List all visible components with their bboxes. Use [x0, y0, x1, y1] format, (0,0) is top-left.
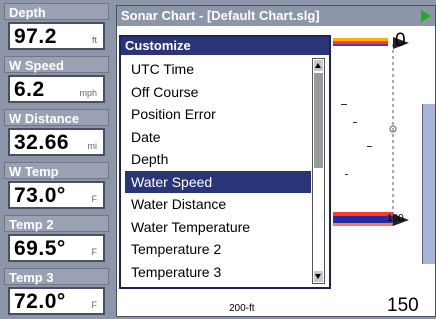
- menu-item-position-error[interactable]: Position Error: [125, 103, 311, 126]
- gauge-value: 32.66: [14, 131, 70, 154]
- scroll-thumb[interactable]: [314, 73, 323, 168]
- menu-item-temperature-2[interactable]: Temperature 2: [125, 238, 311, 261]
- surface-echo-blue: [333, 44, 388, 46]
- menu-item-depth[interactable]: Depth: [125, 148, 311, 171]
- bottom-echo-blue: [333, 216, 393, 223]
- gauge-value-box: 6.2 mph: [8, 75, 105, 103]
- gauge-value: 69.5°: [14, 237, 66, 260]
- sonar-noise: [353, 122, 357, 123]
- bottom-echo-orange: [333, 223, 393, 226]
- gauge-value-box: 72.0° F: [8, 287, 105, 315]
- gauge-water-distance[interactable]: W Distance 32.66 mi: [4, 109, 109, 158]
- menu-item-water-distance[interactable]: Water Distance: [125, 193, 311, 216]
- gauge-label: W Distance: [4, 109, 109, 126]
- depth-scale-bottom: 150: [387, 295, 419, 316]
- sonar-noise: [367, 146, 372, 147]
- frequency-label: 200-ft: [229, 303, 255, 314]
- window-title: Sonar Chart - [Default Chart.slg]: [117, 6, 435, 26]
- menu-item-water-temperature[interactable]: Water Temperature: [125, 216, 311, 239]
- gauge-value-box: 97.2 ft: [8, 22, 105, 50]
- menu-item-date[interactable]: Date: [125, 126, 311, 149]
- gauge-label: Temp 3: [4, 268, 109, 285]
- gauge-water-speed[interactable]: W Speed 6.2 mph: [4, 56, 109, 105]
- sonar-noise: [341, 104, 347, 105]
- gauge-value-box: 69.5° F: [8, 234, 105, 262]
- gauge-value: 73.0°: [14, 184, 66, 207]
- sonar-noise: [345, 174, 348, 175]
- gauge-sidebar: Depth 97.2 ft W Speed 6.2 mph W Distance…: [0, 0, 113, 319]
- gauge-depth[interactable]: Depth 97.2 ft: [4, 3, 109, 52]
- menu-item-temperature-3[interactable]: Temperature 3: [125, 261, 311, 284]
- gauge-value-box: 73.0° F: [8, 181, 105, 209]
- chevron-down-icon: [315, 274, 321, 279]
- menu-item-water-speed[interactable]: Water Speed: [125, 170, 311, 193]
- menu-list: UTC Time Off Course Position Error Date …: [125, 58, 311, 283]
- zoom-scrollbar[interactable]: [422, 104, 435, 264]
- scroll-up-button[interactable]: [314, 60, 323, 71]
- play-arrow-icon[interactable]: [421, 10, 431, 22]
- menu-item-utc-time[interactable]: UTC Time: [125, 58, 311, 81]
- gauge-water-temp[interactable]: W Temp 73.0° F: [4, 162, 109, 211]
- gauge-value: 6.2: [14, 78, 45, 101]
- gauge-unit: mph: [79, 88, 97, 98]
- gauge-unit: mi: [87, 141, 98, 151]
- gauge-temp-2[interactable]: Temp 2 69.5° F: [4, 215, 109, 264]
- menu-title: Customize: [121, 37, 329, 55]
- gauge-temp-3[interactable]: Temp 3 72.0° F: [4, 268, 109, 317]
- gauge-value: 97.2: [14, 25, 57, 48]
- gauge-unit: F: [91, 300, 98, 310]
- menu-scrollbar[interactable]: [312, 58, 325, 284]
- gauge-unit: F: [91, 194, 98, 204]
- gauge-value: 72.0°: [14, 290, 66, 313]
- depth-scale-top: 0: [395, 30, 406, 51]
- bottom-echo-red: [333, 212, 393, 216]
- gauge-unit: ft: [91, 35, 97, 45]
- gauge-value-box: 32.66 mi: [8, 128, 105, 156]
- gauge-label: W Temp: [4, 162, 109, 179]
- gauge-label: Temp 2: [4, 215, 109, 232]
- chevron-up-icon: [315, 63, 321, 68]
- depth-scale-mid: 100: [387, 213, 404, 224]
- surface-echo-red: [333, 41, 388, 44]
- gauge-label: Depth: [4, 3, 109, 20]
- scroll-down-button[interactable]: [314, 271, 323, 282]
- gauge-label: W Speed: [4, 56, 109, 73]
- customize-menu: Customize UTC Time Off Course Position E…: [119, 35, 331, 289]
- menu-item-off-course[interactable]: Off Course: [125, 81, 311, 104]
- surface-echo-yellow: [333, 38, 388, 41]
- gauge-unit: F: [91, 247, 98, 257]
